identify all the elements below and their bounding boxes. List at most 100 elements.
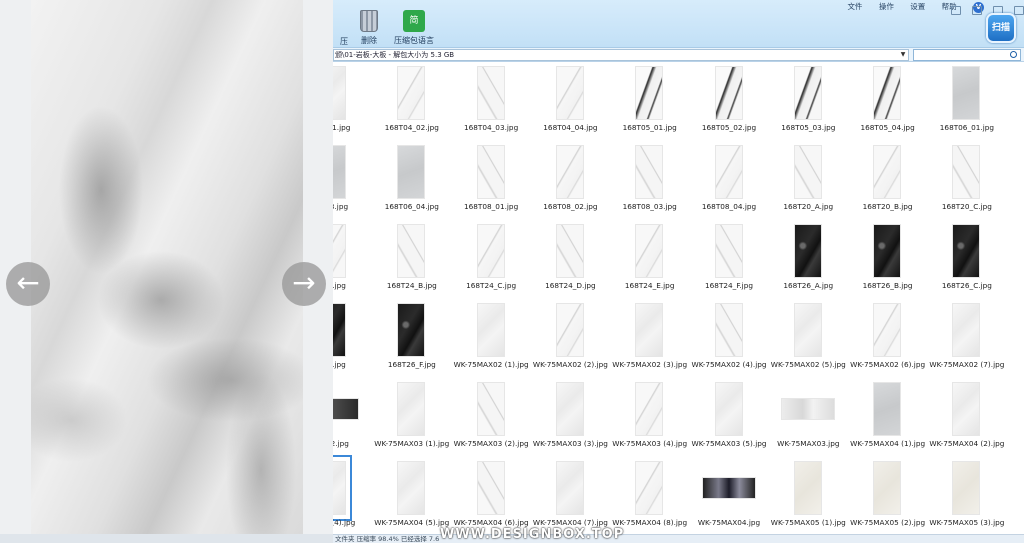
file-item[interactable]: 168T26_C.jpg xyxy=(927,220,1006,299)
file-thumbnail xyxy=(476,303,505,357)
archive-language-label: 压缩包语言 xyxy=(394,36,434,45)
file-name: 168T26_A.jpg xyxy=(783,281,834,290)
file-name: 168T05_01.jpg xyxy=(622,123,677,132)
file-item[interactable]: WK-75MAX03 (5).jpg xyxy=(690,378,769,457)
file-item[interactable]: 168T20_B.jpg xyxy=(848,141,927,220)
file-item[interactable]: 168T26_A.jpg xyxy=(769,220,848,299)
skin-icon[interactable] xyxy=(971,6,982,15)
scan-shield-button[interactable]: 扫描 xyxy=(986,13,1016,43)
address-dropdown-icon[interactable]: ▼ xyxy=(898,50,908,60)
file-thumbnail xyxy=(333,455,352,521)
file-thumbnail xyxy=(714,303,743,357)
menu-operate[interactable]: 操作 xyxy=(879,1,894,12)
archive-language-button[interactable]: 简 压缩包语言 xyxy=(389,10,439,46)
file-name: WK-75MAX03 (1).jpg xyxy=(374,439,450,448)
file-item[interactable]: 168T04_04.jpg xyxy=(531,62,610,141)
file-item[interactable]: WK-75MAX03 (3).jpg xyxy=(531,378,610,457)
file-name: 168T20_C.jpg xyxy=(941,202,992,211)
file-thumbnail xyxy=(635,461,664,515)
file-item[interactable]: 168T05_03.jpg xyxy=(769,62,848,141)
file-item[interactable]: 168T08_02.jpg xyxy=(531,141,610,220)
file-thumbnail xyxy=(555,66,584,120)
file-thumbnail xyxy=(952,382,981,436)
file-item[interactable]: AX02.jpg xyxy=(333,378,372,457)
file-item[interactable]: 168T20_A.jpg xyxy=(769,141,848,220)
file-thumbnail xyxy=(397,303,426,357)
file-name: 168T26_F.jpg xyxy=(387,360,436,369)
file-item[interactable]: WK-75MAX04 (5).jpg xyxy=(372,457,451,534)
file-item[interactable]: WK-75MAX02 (2).jpg xyxy=(531,299,610,378)
file-item[interactable]: 168T04_02.jpg xyxy=(372,62,451,141)
file-item[interactable]: WK-75MAX02 (1).jpg xyxy=(452,299,531,378)
file-item[interactable]: AX04 (4).jpg xyxy=(333,455,372,534)
file-item[interactable]: WK-75MAX02 (6).jpg xyxy=(848,299,927,378)
file-item[interactable]: WK-75MAX02 (5).jpg xyxy=(769,299,848,378)
file-item[interactable]: 168T05_01.jpg xyxy=(610,62,689,141)
file-thumbnail xyxy=(873,224,902,278)
menu-settings[interactable]: 设置 xyxy=(910,1,925,12)
arrow-left-icon[interactable]: ← xyxy=(6,262,50,306)
file-item[interactable]: WK-75MAX02 (4).jpg xyxy=(690,299,769,378)
file-item[interactable]: WK-75MAX04 (8).jpg xyxy=(610,457,689,534)
file-item[interactable]: 168T06_04.jpg xyxy=(372,141,451,220)
file-item[interactable]: 168T08_04.jpg xyxy=(690,141,769,220)
close-icon[interactable] xyxy=(1014,6,1024,15)
file-name: WK-75MAX04 (5).jpg xyxy=(374,518,450,527)
file-item[interactable]: WK-75MAX02 (7).jpg xyxy=(927,299,1006,378)
file-thumbnail xyxy=(476,145,505,199)
file-thumbnail xyxy=(952,461,981,515)
file-item[interactable]: 168T26_F.jpg xyxy=(372,299,451,378)
file-item[interactable]: WK-75MAX03.jpg xyxy=(769,378,848,457)
extract-label: 压 xyxy=(340,37,348,46)
file-item[interactable]: WK-75MAX02 (3).jpg xyxy=(610,299,689,378)
file-item[interactable]: WK-75MAX03 (4).jpg xyxy=(610,378,689,457)
file-item[interactable]: 168T24_E.jpg xyxy=(610,220,689,299)
file-name: WK-75MAX04 (2).jpg xyxy=(929,439,1005,448)
file-name: 168T24_D.jpg xyxy=(545,281,596,290)
arrow-right-icon[interactable]: → xyxy=(282,262,326,306)
file-thumbnail xyxy=(714,224,743,278)
file-item[interactable]: 168T24_B.jpg xyxy=(372,220,451,299)
file-item[interactable]: WK-75MAX03 (2).jpg xyxy=(452,378,531,457)
file-thumbnail xyxy=(873,303,902,357)
file-item[interactable]: 168T26_B.jpg xyxy=(848,220,927,299)
file-item[interactable]: 168T20_C.jpg xyxy=(927,141,1006,220)
file-name: 168T20_A.jpg xyxy=(783,202,834,211)
file-item[interactable]: 168T08_01.jpg xyxy=(452,141,531,220)
delete-label: 删除 xyxy=(361,36,377,45)
file-item[interactable]: 168T24_C.jpg xyxy=(452,220,531,299)
menu-file[interactable]: 文件 xyxy=(847,1,862,12)
file-item[interactable]: WK-75MAX04 (1).jpg xyxy=(848,378,927,457)
file-item[interactable]: 168T05_02.jpg xyxy=(690,62,769,141)
file-item[interactable]: 04_01.jpg xyxy=(333,62,372,141)
address-field[interactable]: 颁\01-岩板-大板 - 解包大小为 5.3 GB xyxy=(333,49,909,61)
extract-button[interactable]: 压 xyxy=(333,36,355,47)
search-input[interactable] xyxy=(913,49,1021,61)
file-name: 168T20_B.jpg xyxy=(862,202,913,211)
file-item[interactable]: WK-75MAX04 (6).jpg xyxy=(452,457,531,534)
file-item[interactable]: WK-75MAX05 (2).jpg xyxy=(848,457,927,534)
chat-icon[interactable] xyxy=(950,6,961,15)
file-item[interactable]: WK-75MAX03 (1).jpg xyxy=(372,378,451,457)
file-item[interactable]: WK-75MAX05 (1).jpg xyxy=(769,457,848,534)
file-item[interactable]: 168T24_D.jpg xyxy=(531,220,610,299)
file-item[interactable]: 168T05_04.jpg xyxy=(848,62,927,141)
file-item[interactable]: 6_03.jpg xyxy=(333,141,372,220)
file-item[interactable]: 168T06_01.jpg xyxy=(927,62,1006,141)
file-name: WK-75MAX02 (3).jpg xyxy=(612,360,688,369)
file-item[interactable]: 168T04_03.jpg xyxy=(452,62,531,141)
file-item[interactable]: WK-75MAX04 (7).jpg xyxy=(531,457,610,534)
file-item[interactable]: WK-75MAX04.jpg xyxy=(690,457,769,534)
delete-button[interactable]: 删除 xyxy=(357,10,381,46)
file-item[interactable]: 4_A.jpg xyxy=(333,220,372,299)
file-item[interactable]: 168T24_F.jpg xyxy=(690,220,769,299)
file-item[interactable]: 168T08_03.jpg xyxy=(610,141,689,220)
file-item[interactable]: WK-75MAX04 (2).jpg xyxy=(927,378,1006,457)
file-item[interactable]: WK-75MAX05 (3).jpg xyxy=(927,457,1006,534)
file-thumbnail xyxy=(701,477,756,499)
file-item[interactable]: 6_E.jpg xyxy=(333,299,372,378)
search-icon[interactable] xyxy=(1010,51,1017,58)
file-thumbnail xyxy=(952,303,981,357)
file-thumbnail xyxy=(635,66,664,120)
file-name: WK-75MAX05 (3).jpg xyxy=(929,518,1005,527)
